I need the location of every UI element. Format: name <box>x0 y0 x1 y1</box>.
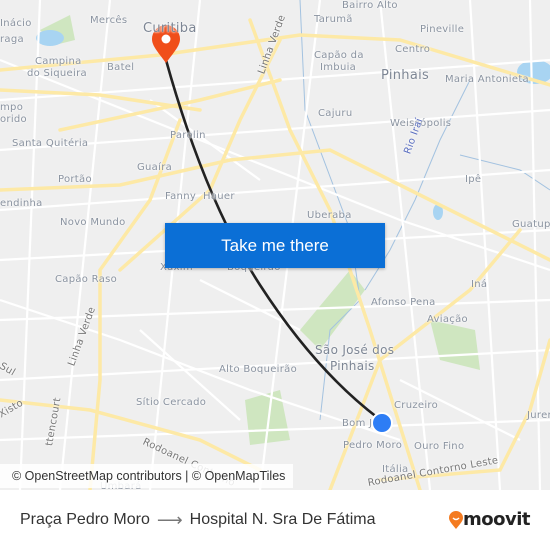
map-place-label: Afonso Pena <box>371 297 436 308</box>
map-place-label: Mercês <box>90 15 128 26</box>
map-place-label: raga <box>0 34 24 45</box>
map-place-label: Santa Quitéria <box>12 138 89 149</box>
moovit-pin-icon <box>449 510 463 529</box>
map-place-label: orido <box>0 114 27 125</box>
map-place-label: Hauer <box>203 191 235 202</box>
map-place-label: Capão Raso <box>55 274 118 285</box>
map-place-label: Imbuia <box>320 62 357 73</box>
map-place-label: Iná <box>471 279 488 290</box>
arrow-right-icon: ⟶ <box>156 509 183 530</box>
map-place-label: Inácio <box>0 18 32 29</box>
map-place-label: Pinhais <box>330 359 375 373</box>
lake <box>36 30 64 46</box>
map-place-label: Maria Antonieta <box>445 74 529 85</box>
map-place-label: São José dos <box>315 343 395 357</box>
map-place-label: Portão <box>58 174 92 185</box>
origin-name: Praça Pedro Moro <box>20 511 150 528</box>
map-place-label: Cajuru <box>318 108 353 119</box>
take-me-there-button[interactable]: Take me there <box>165 223 385 268</box>
map[interactable]: Inácio raga Mercês Curitiba Tarumã Bairro Alt… <box>0 0 550 490</box>
destination-name: Hospital N. Sra De Fátima <box>189 511 376 528</box>
map-place-label: Batel <box>107 62 135 73</box>
map-place-label: Curitiba <box>143 21 197 36</box>
map-place-label: Capão da <box>314 50 364 61</box>
map-place-label: Bairro Alto <box>342 0 398 11</box>
map-place-label: Parolin <box>170 130 206 141</box>
map-place-label: mpo <box>0 102 24 113</box>
map-place-label: endinha <box>0 198 43 209</box>
map-place-label: Cruzeiro <box>394 400 439 411</box>
map-place-label: Guatup <box>512 219 550 230</box>
map-place-label: Pineville <box>420 24 465 35</box>
map-place-label: Aviação <box>427 314 468 325</box>
map-place-label: Alto Boqueirão <box>219 364 297 375</box>
map-place-label: Tarumã <box>314 14 353 25</box>
map-place-label: Uberaba <box>307 210 352 221</box>
route-footer: Praça Pedro Moro ⟶ Hospital N. Sra De Fá… <box>0 490 550 550</box>
map-place-label: Guaíra <box>137 162 173 173</box>
map-place-label: Pedro Moro <box>343 440 403 451</box>
map-place-label: Bom J <box>342 418 373 429</box>
moovit-logo[interactable]: moovit <box>449 509 531 530</box>
map-place-label: Ipê <box>465 174 482 185</box>
map-attribution[interactable]: © OpenStreetMap contributors | © OpenMap… <box>0 464 294 488</box>
park-area <box>430 320 480 370</box>
map-place-label: Campina <box>35 56 82 67</box>
destination-dot-icon <box>371 412 393 434</box>
map-place-label: do Siqueira <box>27 68 87 79</box>
map-place-label: Pinhais <box>381 68 430 83</box>
map-place-label: Centro <box>395 44 431 55</box>
map-place-label: Novo Mundo <box>60 217 126 228</box>
map-place-label: Ouro Fino <box>414 441 465 452</box>
map-place-label: Jurer <box>527 410 550 421</box>
map-place-label: Fanny <box>165 191 197 202</box>
map-place-label: Sítio Cercado <box>136 397 207 408</box>
